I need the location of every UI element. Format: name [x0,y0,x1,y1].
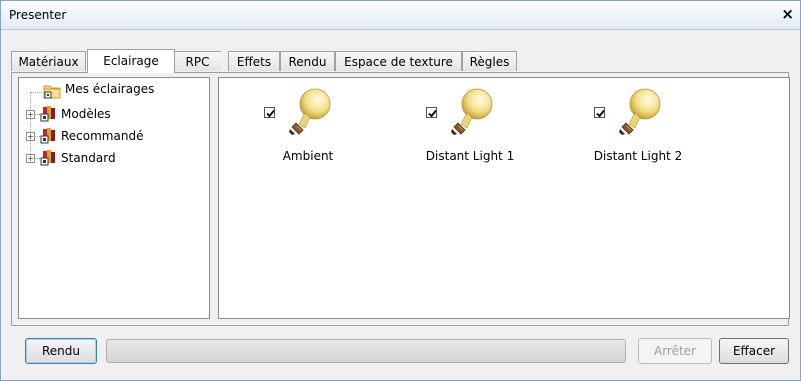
light-bulb-icon [287,86,333,139]
tab-espace-de-texture[interactable]: Espace de texture [335,51,462,71]
tab-effets[interactable]: Effets [228,51,280,71]
library-books-icon [40,127,58,147]
tab-rpc[interactable]: RPC [173,51,221,71]
tree-item-label: Mes éclairages [65,82,155,96]
tab-rendu[interactable]: Rendu [280,51,335,71]
library-books-icon [40,105,58,125]
light-enabled-checkbox[interactable] [264,107,275,118]
tree-item-mes-eclairages[interactable]: Mes éclairages [39,81,209,99]
render-button[interactable]: Rendu [25,338,97,364]
action-bar: Rendu Arrêter Effacer [1,331,800,379]
expand-icon[interactable]: + [26,132,35,141]
title-bar: Presenter × [1,1,800,30]
tree-item-modeles[interactable]: + Modèles [23,105,203,123]
tree-item-recommande[interactable]: + Recommandé [23,127,203,145]
expand-icon[interactable]: + [26,110,35,119]
lighting-library-tree[interactable]: Mes éclairages + Modèles + Recommandé + … [18,77,210,319]
stop-button[interactable]: Arrêter [638,338,712,364]
light-bulb-icon [449,86,495,139]
lights-list-panel: Ambient Distant Light 1 Distant Light 2 [218,77,790,319]
folder-icon [43,83,61,102]
close-icon[interactable]: × [781,5,794,23]
render-progress-bar [106,339,626,363]
light-item-distant-light-1[interactable]: Distant Light 1 [405,78,535,178]
tree-item-label: Standard [61,151,116,165]
tab-regles[interactable]: Règles [462,51,517,71]
light-item-ambient[interactable]: Ambient [243,78,373,178]
light-enabled-checkbox[interactable] [426,107,437,118]
tab-materiaux[interactable]: Matériaux [11,51,86,71]
library-books-icon [40,149,58,169]
tree-item-label: Modèles [61,107,111,121]
tree-item-standard[interactable]: + Standard [23,149,203,167]
tab-eclairage[interactable]: Eclairage [87,49,175,73]
light-label: Ambient [282,149,334,163]
presenter-window: Presenter × Matériaux Eclairage RPC Effe… [0,0,801,381]
light-label: Distant Light 1 [425,149,515,163]
expand-icon[interactable]: + [26,154,35,163]
light-enabled-checkbox[interactable] [594,107,605,118]
light-bulb-icon [617,86,663,139]
clear-button[interactable]: Effacer [719,338,789,364]
light-label: Distant Light 2 [593,149,683,163]
window-title: Presenter [9,8,67,22]
light-item-distant-light-2[interactable]: Distant Light 2 [573,78,703,178]
tree-item-label: Recommandé [61,129,144,143]
